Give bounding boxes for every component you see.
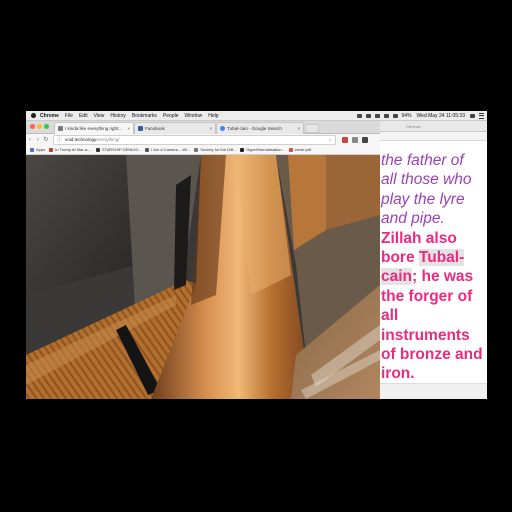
menu-history[interactable]: History (110, 113, 126, 119)
status-area: 94% Wed May 24 11:05:33 (356, 112, 487, 119)
bookmark-favicon (49, 147, 54, 152)
bookmark-item[interactable]: Society for the Diff... (194, 147, 236, 152)
wifi-icon[interactable] (383, 113, 389, 118)
text-line: cain; he was (381, 267, 485, 286)
window-bottom-bar (380, 383, 487, 399)
scene-render[interactable] (26, 155, 380, 399)
bookmark-label: Society for the Diff... (200, 147, 237, 152)
text-fragment: bore (381, 249, 419, 267)
bookmark-item[interactable]: HyperNormalisation... (240, 147, 285, 152)
globe-icon (58, 126, 63, 131)
webgl-scene[interactable] (26, 155, 380, 399)
dropbox-icon[interactable] (356, 113, 362, 118)
bookmark-label: HyperNormalisation... (246, 147, 285, 152)
back-icon[interactable]: ‹ (26, 137, 34, 143)
tab-everything[interactable]: I kinda like everything right... × (54, 122, 134, 134)
bookmark-item[interactable]: zerse.pdf (288, 147, 312, 152)
tab-label: Facebook (145, 126, 165, 131)
bookmark-favicon (145, 147, 150, 152)
zoom-window-button[interactable] (44, 124, 49, 129)
tab-facebook[interactable]: Facebook × (134, 122, 216, 134)
tab-strip: I kinda like everything right... × Faceb… (26, 121, 380, 134)
bookmark-label: In Trump At Mar-a-... (55, 147, 92, 152)
text-line: and pipe. (381, 210, 445, 228)
bookmark-item[interactable]: In Trump At Mar-a-... (49, 147, 92, 152)
apple-icon[interactable] (31, 113, 36, 118)
facebook-icon (138, 126, 143, 131)
window-title: Genesis (380, 121, 487, 132)
bookmark-star-icon[interactable]: ☆ (328, 137, 332, 143)
menu-icon[interactable] (362, 136, 368, 143)
bookmark-apps[interactable]: Apps (30, 147, 45, 152)
screen-recording: Chrome File Edit View History Bookmarks … (26, 111, 487, 399)
google-icon (220, 126, 225, 131)
volume-icon[interactable] (392, 113, 398, 118)
info-icon[interactable]: ⓘ (57, 136, 62, 143)
chrome-window: I kinda like everything right... × Faceb… (26, 121, 380, 399)
text-line: play the lyre (381, 190, 465, 208)
menu-people[interactable]: People (163, 113, 179, 119)
text-line: bore Tubal- (381, 248, 485, 267)
url-host: void.technology (65, 137, 97, 142)
search-icon[interactable] (470, 113, 475, 118)
bookmark-item[interactable]: I Am a Camera – Wi... (145, 147, 190, 152)
text-line: the father of (381, 152, 464, 169)
highlighted-word[interactable]: cain (381, 268, 413, 286)
highlighted-word[interactable]: Tubal- (418, 249, 465, 267)
tab-label: I kinda like everything right... (65, 126, 123, 131)
menu-help[interactable]: Help (208, 113, 218, 119)
text-line: of bronze and (381, 346, 483, 364)
clock[interactable]: Wed May 24 11:05:33 (417, 113, 465, 119)
bookmarks-bar: Apps In Trump At Mar-a-... STARSHIP GENI… (26, 145, 380, 155)
text-line: the forger of (381, 287, 473, 305)
extension-icon[interactable] (342, 136, 348, 143)
bookmark-label: Apps (36, 147, 46, 152)
text-line: Zillah also (381, 229, 457, 247)
pdf-icon (288, 147, 293, 152)
address-bar[interactable]: ⓘ void.technology /everything/ ☆ (53, 134, 336, 145)
extensions (342, 136, 372, 143)
battery-percent[interactable]: 94% (402, 113, 412, 119)
apps-icon (30, 147, 34, 152)
close-tab-icon[interactable]: × (297, 126, 300, 131)
extension-icon[interactable] (352, 136, 358, 143)
bookmark-label: STARSHIP GENIUS... (101, 147, 142, 152)
text-line: all (381, 307, 399, 325)
screen-icon[interactable] (365, 113, 371, 118)
url-path: /everything/ (96, 137, 120, 142)
notification-center-icon[interactable] (479, 112, 484, 119)
window-toolbar (380, 132, 487, 141)
menu-chrome[interactable]: Chrome (40, 113, 59, 119)
tab-label: Tubal-cain - Google Search (227, 126, 282, 131)
bookmark-favicon (95, 147, 100, 152)
close-tab-icon[interactable]: × (127, 126, 130, 131)
text-line: instruments (381, 326, 470, 344)
bluetooth-icon[interactable] (374, 113, 380, 118)
close-window-button[interactable] (30, 124, 35, 129)
minimize-window-button[interactable] (37, 124, 42, 129)
bookmark-label: I Am a Camera – Wi... (151, 147, 191, 152)
text-fragment: ; he was (412, 268, 474, 286)
bookmark-favicon (194, 147, 199, 152)
reload-icon[interactable]: ↻ (42, 136, 50, 143)
bookmark-item[interactable]: STARSHIP GENIUS... (95, 147, 142, 152)
forward-icon[interactable]: › (34, 137, 42, 143)
macos-menubar: Chrome File Edit View History Bookmarks … (26, 111, 487, 121)
text-line: iron. (381, 365, 415, 383)
bookmark-favicon (240, 147, 245, 152)
new-tab-button[interactable] (305, 124, 319, 133)
text-window: Genesis the father of all those who play… (380, 121, 487, 399)
close-tab-icon[interactable]: × (209, 126, 212, 131)
menu-view[interactable]: View (94, 113, 105, 119)
text-line: all those who (381, 171, 472, 189)
bookmark-label: zerse.pdf (294, 147, 312, 152)
tab-google-search[interactable]: Tubal-cain - Google Search × (216, 122, 304, 134)
menu-bookmarks[interactable]: Bookmarks (132, 113, 157, 119)
menu-file[interactable]: File (65, 113, 73, 119)
menu-window[interactable]: Window (185, 113, 203, 119)
poem-text: the father of all those who play the lyr… (381, 151, 485, 384)
menu-edit[interactable]: Edit (79, 113, 88, 119)
browser-toolbar: ‹ › ↻ ⓘ void.technology /everything/ ☆ (26, 134, 380, 145)
